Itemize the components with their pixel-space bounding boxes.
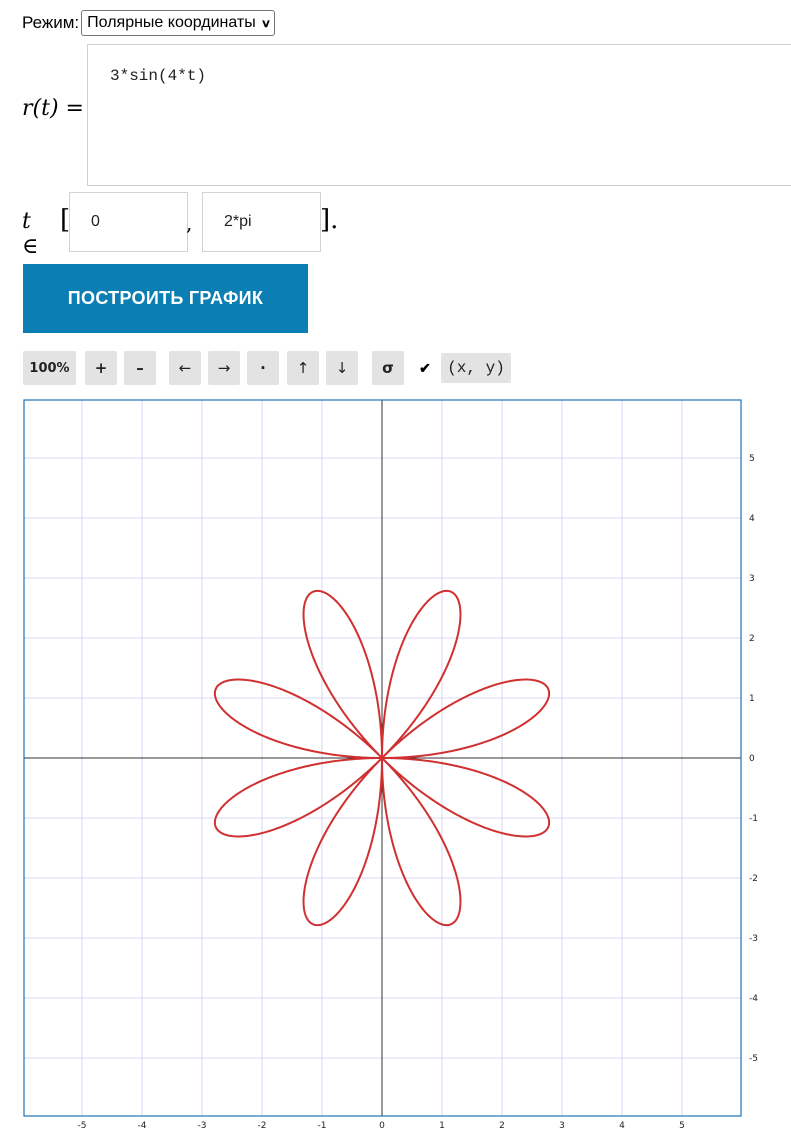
reset-view-button[interactable]: σ	[372, 351, 404, 385]
range-to-input[interactable]: 2*pi	[202, 192, 321, 252]
y-tick-label: 3	[749, 574, 755, 584]
x-tick-label: -2	[258, 1121, 267, 1131]
mode-selected-value: Полярные координаты	[87, 14, 256, 31]
coords-toggle-label[interactable]: (x, y)	[441, 353, 511, 383]
mode-label: Режим:	[22, 13, 80, 32]
x-tick-label: 5	[679, 1121, 685, 1131]
x-tick-label: -3	[198, 1121, 207, 1131]
mode-select[interactable]: Полярные координаты ∨	[81, 10, 275, 36]
mode-row: Режим: Полярные координаты ∨	[22, 10, 275, 36]
pan-left-button[interactable]: ←	[169, 351, 201, 385]
zoom-out-button[interactable]: –	[124, 351, 156, 385]
range-close-bracket: ].	[320, 205, 339, 235]
x-tick-label: -5	[78, 1121, 87, 1131]
range-comma: ,	[186, 211, 193, 235]
expression-input[interactable]: 3*sin(4*t)	[87, 44, 791, 186]
y-tick-label: -2	[749, 874, 758, 884]
pan-right-button[interactable]: →	[208, 351, 240, 385]
y-tick-label: 4	[749, 514, 755, 524]
x-tick-label: -4	[138, 1121, 147, 1131]
y-tick-label: -5	[749, 1054, 758, 1064]
y-tick-label: 1	[749, 694, 755, 704]
y-tick-label: 2	[749, 634, 755, 644]
y-tick-label: -3	[749, 934, 758, 944]
chevron-down-icon: ∨	[260, 17, 272, 30]
x-tick-label: 2	[499, 1121, 505, 1131]
zoom-reset-button[interactable]: 100%	[23, 351, 76, 385]
range-symbol: t ∈	[22, 209, 39, 259]
x-tick-label: 3	[559, 1121, 565, 1131]
pan-down-button[interactable]: ↓	[326, 351, 358, 385]
y-tick-label: -1	[749, 814, 758, 824]
plot-button[interactable]: ПОСТРОИТЬ ГРАФИК	[23, 264, 308, 333]
zoom-in-button[interactable]: +	[85, 351, 117, 385]
expression-label: r(t) =	[22, 96, 84, 121]
coords-checkbox[interactable]: ✔	[417, 360, 433, 376]
x-tick-label: 4	[619, 1121, 625, 1131]
x-tick-label: 0	[379, 1121, 385, 1131]
y-tick-label: 0	[749, 754, 755, 764]
y-tick-label: 5	[749, 454, 755, 464]
x-tick-label: -1	[318, 1121, 327, 1131]
range-from-input[interactable]: 0	[69, 192, 188, 252]
polar-plot[interactable]: -5 -4 -3 -2 -1 0 1 2 3 4 5 5 4 3 2 1 0 -1 -2 -3 -4 -5	[0, 390, 791, 1133]
center-button[interactable]: ·	[247, 351, 279, 385]
x-tick-label: 1	[439, 1121, 445, 1131]
y-tick-label: -4	[749, 994, 758, 1004]
pan-up-button[interactable]: ↑	[287, 351, 319, 385]
